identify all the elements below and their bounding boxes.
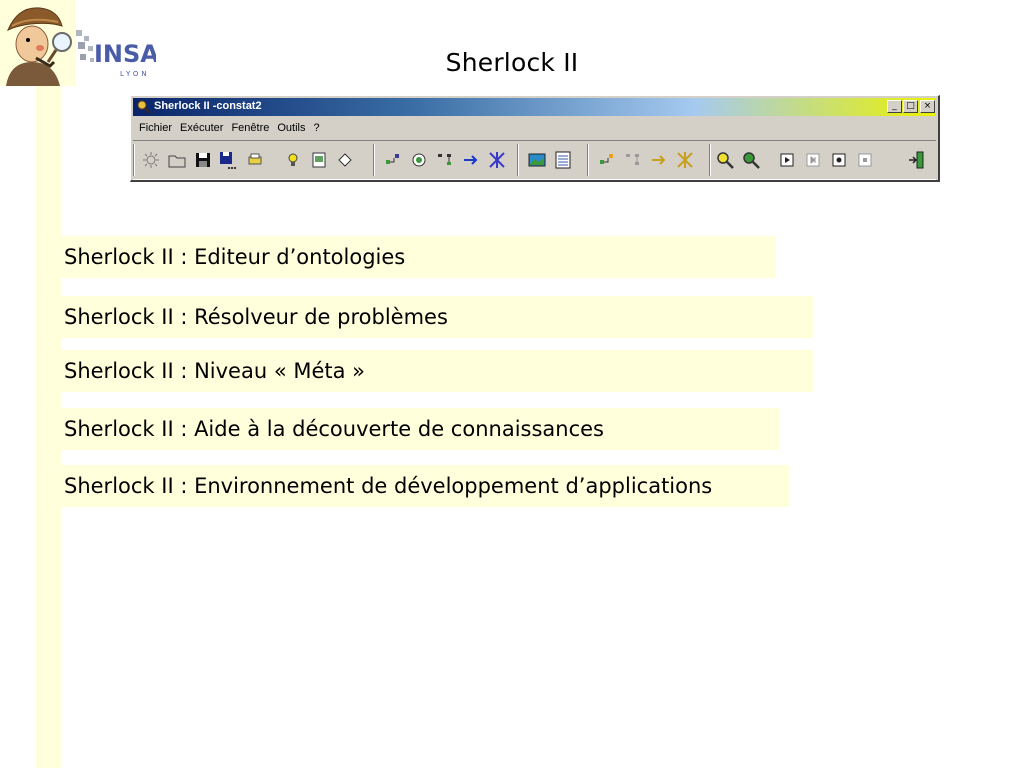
- bulb-icon[interactable]: [283, 150, 303, 170]
- menu-executer[interactable]: Exécuter: [176, 120, 227, 136]
- app-icon: [136, 99, 152, 115]
- exit-icon[interactable]: [907, 150, 927, 170]
- open-icon[interactable]: [167, 150, 187, 170]
- feature-item-problem-solver: Sherlock II : Résolveur de problèmes: [61, 296, 813, 338]
- network2-icon[interactable]: [675, 150, 695, 170]
- search2-icon[interactable]: [741, 150, 761, 170]
- image-icon[interactable]: [527, 150, 547, 170]
- search-icon[interactable]: [715, 150, 735, 170]
- feature-item-meta-level: Sherlock II : Niveau « Méta »: [61, 350, 813, 392]
- step-icon[interactable]: [803, 150, 823, 170]
- toolbar: [133, 140, 936, 180]
- feature-item-knowledge-discovery: Sherlock II : Aide à la découverte de co…: [61, 408, 779, 450]
- graph-icon[interactable]: [383, 150, 403, 170]
- minimize-button[interactable]: _: [887, 100, 902, 113]
- save-all-icon[interactable]: [217, 150, 237, 170]
- feature-item-label: Sherlock II : Environnement de développe…: [64, 474, 713, 498]
- stop-icon[interactable]: [855, 150, 875, 170]
- menu-fichier[interactable]: Fichier: [135, 120, 176, 136]
- list-icon[interactable]: [553, 150, 573, 170]
- menu-fenetre[interactable]: Fenêtre: [227, 120, 273, 136]
- new-icon[interactable]: [141, 150, 161, 170]
- close-button[interactable]: ×: [920, 100, 935, 113]
- slide-title: Sherlock II: [445, 48, 579, 77]
- window-titlebar[interactable]: Sherlock II -constat2 _ □ ×: [133, 98, 936, 116]
- save-icon[interactable]: [193, 150, 213, 170]
- graph2-icon[interactable]: [597, 150, 617, 170]
- arrow2-icon[interactable]: [649, 150, 669, 170]
- feature-item-label: Sherlock II : Niveau « Méta »: [64, 359, 366, 383]
- app-window: Sherlock II -constat2 _ □ × Fichier Exéc…: [130, 95, 940, 182]
- maximize-button[interactable]: □: [903, 100, 918, 113]
- globe-icon[interactable]: [409, 150, 429, 170]
- arrow-icon[interactable]: [461, 150, 481, 170]
- menu-help[interactable]: ?: [309, 120, 323, 136]
- side-band: [36, 86, 61, 768]
- notes-icon[interactable]: [309, 150, 329, 170]
- diamond-icon[interactable]: [335, 150, 355, 170]
- feature-item-label: Sherlock II : Editeur d’ontologies: [64, 245, 406, 269]
- print-icon[interactable]: [245, 150, 265, 170]
- play-icon[interactable]: [777, 150, 797, 170]
- menubar: Fichier Exécuter Fenêtre Outils ?: [135, 120, 324, 136]
- menu-outils[interactable]: Outils: [273, 120, 309, 136]
- window-title: Sherlock II -constat2: [154, 100, 262, 112]
- tree-icon[interactable]: [435, 150, 455, 170]
- tree2-icon[interactable]: [623, 150, 643, 170]
- feature-item-app-development: Sherlock II : Environnement de développe…: [61, 465, 789, 507]
- feature-item-label: Sherlock II : Aide à la découverte de co…: [64, 417, 604, 441]
- feature-item-ontology-editor: Sherlock II : Editeur d’ontologies: [61, 236, 776, 278]
- record-icon[interactable]: [829, 150, 849, 170]
- feature-item-label: Sherlock II : Résolveur de problèmes: [64, 305, 448, 329]
- network-icon[interactable]: [487, 150, 507, 170]
